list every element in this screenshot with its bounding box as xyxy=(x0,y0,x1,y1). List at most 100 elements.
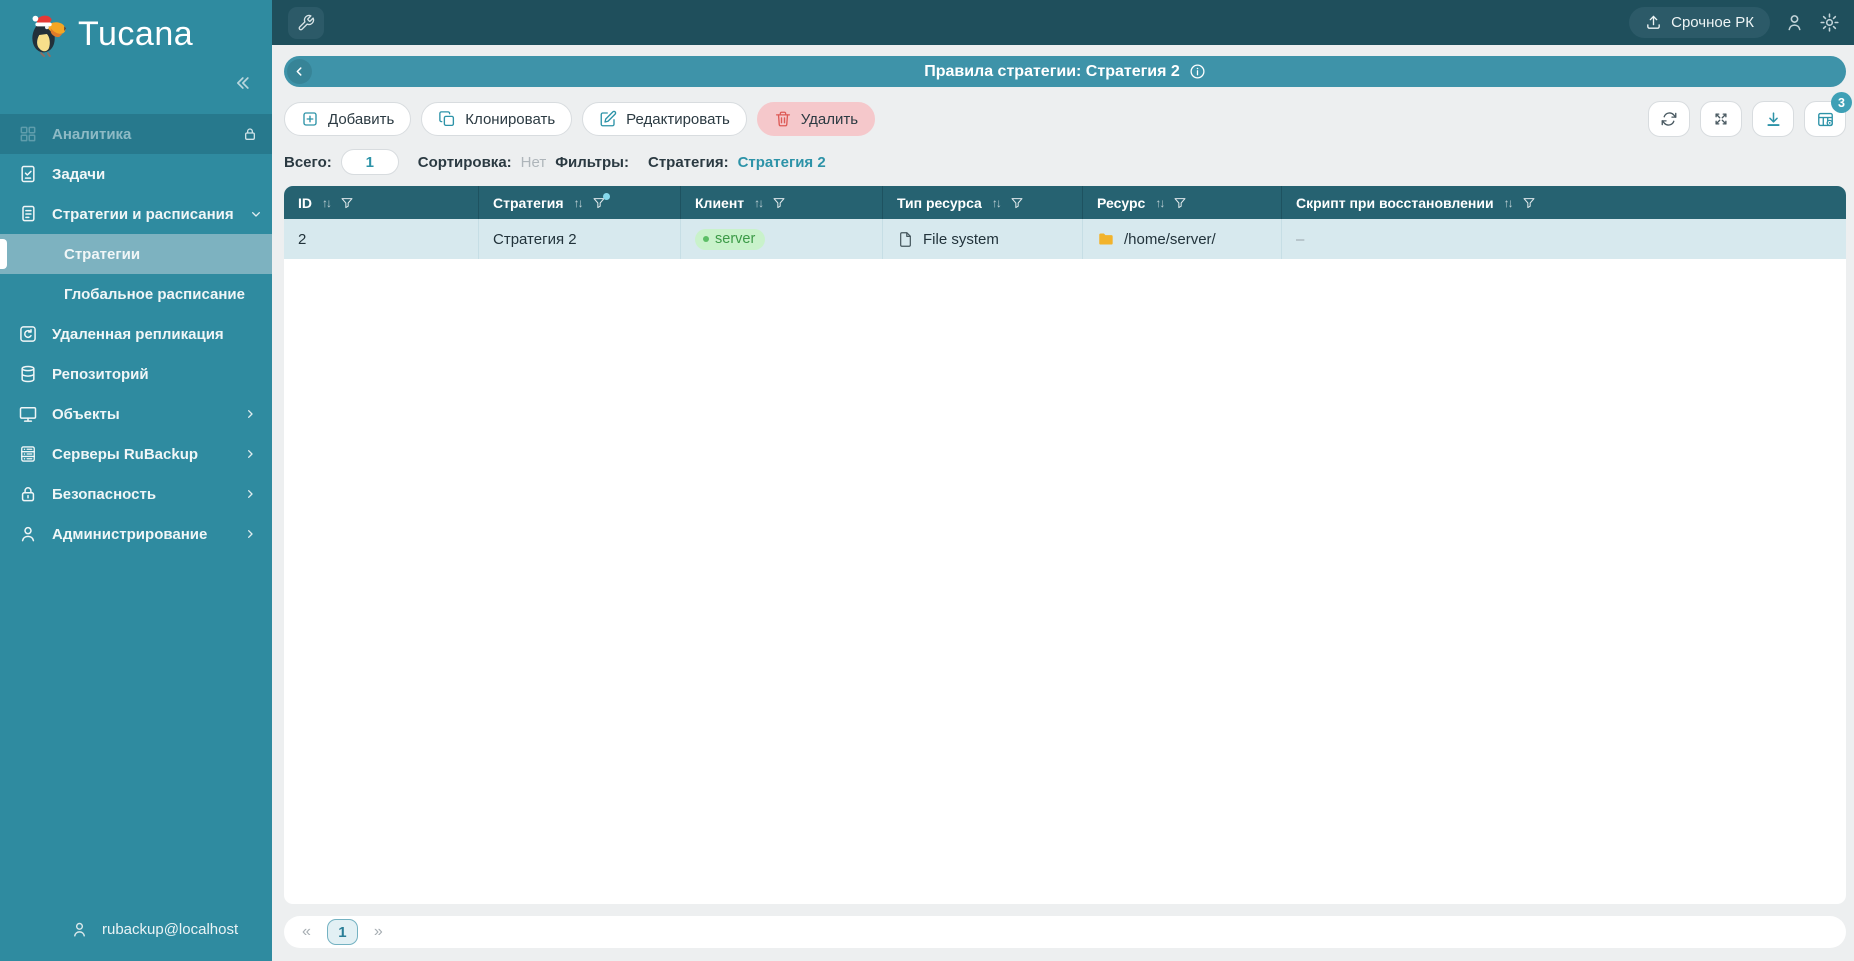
cell-strategy: Стратегия 2 xyxy=(479,219,681,259)
add-button[interactable]: Добавить xyxy=(284,102,412,136)
sidebar-item-label: Стратегии и расписания xyxy=(52,205,234,223)
filters-label: Фильтры: xyxy=(555,153,629,171)
sidebar-item-label: Объекты xyxy=(52,405,120,423)
info-icon[interactable] xyxy=(1189,63,1206,80)
sort-icon[interactable]: ↑↓ xyxy=(992,196,1002,210)
user-account[interactable]: rubackup@localhost xyxy=(0,920,272,961)
analytics-grid-icon xyxy=(18,124,38,144)
sidebar-item-remote-replication[interactable]: Удаленная репликация xyxy=(0,314,272,354)
app-root: Tucana Аналитика Задачи Стратегии и расп… xyxy=(0,0,1854,961)
sidebar-item-label: Серверы RuBackup xyxy=(52,445,199,463)
sidebar-item-repository[interactable]: Репозиторий xyxy=(0,354,272,394)
monitor-icon xyxy=(18,404,38,424)
lock-icon xyxy=(242,126,258,142)
sidebar-item-rubackup-servers[interactable]: Серверы RuBackup xyxy=(0,434,272,474)
sort-icon[interactable]: ↑↓ xyxy=(1155,196,1165,210)
tucana-logo-icon xyxy=(22,11,68,57)
sidebar-item-global-schedule[interactable]: Глобальное расписание xyxy=(0,274,272,314)
urgent-backup-label: Срочное РК xyxy=(1671,14,1754,31)
columns-settings-button[interactable]: 3 xyxy=(1804,92,1852,137)
sidebar-item-label: Задачи xyxy=(52,165,106,183)
delete-button[interactable]: Удалить xyxy=(756,102,876,136)
first-page-button[interactable]: « xyxy=(302,923,311,941)
sidebar-item-analytics[interactable]: Аналитика xyxy=(0,114,272,154)
filter-value-link[interactable]: Стратегия 2 xyxy=(738,154,826,171)
page-title: Правила стратегии: Стратегия 2 xyxy=(924,62,1180,80)
cell-client: server xyxy=(681,219,883,259)
user-icon xyxy=(70,920,89,939)
chevron-right-icon xyxy=(242,406,258,422)
gear-icon[interactable] xyxy=(1819,12,1840,33)
filter-icon[interactable] xyxy=(340,196,354,210)
filter-icon[interactable] xyxy=(1522,196,1536,210)
total-label: Всего: xyxy=(284,153,332,171)
expand-icon xyxy=(1712,110,1730,128)
download-icon xyxy=(1764,110,1783,129)
add-label: Добавить xyxy=(328,110,395,128)
column-header-resource-type[interactable]: Тип ресурса ↑↓ xyxy=(883,186,1083,219)
online-dot xyxy=(703,235,709,242)
sidebar-item-label: Стратегии xyxy=(64,245,141,263)
copy-icon xyxy=(438,110,456,128)
collapse-sidebar-icon[interactable] xyxy=(232,70,252,96)
sidebar-menu: Аналитика Задачи Стратегии и расписания … xyxy=(0,114,272,554)
column-header-restore-script[interactable]: Скрипт при восстановлении ↑↓ xyxy=(1282,186,1846,219)
edit-button[interactable]: Редактировать xyxy=(582,102,747,136)
filter-icon[interactable] xyxy=(772,196,786,210)
user-name: rubackup@localhost xyxy=(102,921,239,938)
sort-icon[interactable]: ↑↓ xyxy=(322,196,332,210)
sidebar: Tucana Аналитика Задачи Стратегии и расп… xyxy=(0,0,272,961)
column-label: Скрипт при восстановлении xyxy=(1296,194,1494,211)
chevron-right-icon xyxy=(242,446,258,462)
sort-icon[interactable]: ↑↓ xyxy=(574,196,584,210)
fullscreen-button[interactable] xyxy=(1700,101,1742,137)
chevron-down-icon xyxy=(248,206,264,222)
filter-icon[interactable] xyxy=(1173,196,1187,210)
chevron-right-icon xyxy=(242,526,258,542)
column-header-resource[interactable]: Ресурс ↑↓ xyxy=(1083,186,1282,219)
main-area: Срочное РК Правила стратегии: Стратегия … xyxy=(272,0,1854,961)
folder-icon xyxy=(1097,230,1115,248)
active-filter-dot xyxy=(602,192,610,200)
filter-field: Стратегия: xyxy=(647,153,729,171)
replication-icon xyxy=(18,324,38,344)
brand-name: Tucana xyxy=(78,14,194,53)
urgent-backup-button[interactable]: Срочное РК xyxy=(1629,7,1770,38)
last-page-button[interactable]: » xyxy=(374,923,383,941)
sidebar-item-label: Аналитика xyxy=(52,125,132,143)
sort-icon[interactable]: ↑↓ xyxy=(754,196,764,210)
cell-resource-type: File system xyxy=(883,219,1083,259)
sidebar-item-strategies-group[interactable]: Стратегии и расписания xyxy=(0,194,272,234)
clone-button[interactable]: Клонировать xyxy=(421,102,573,136)
brand[interactable]: Tucana xyxy=(0,0,272,62)
refresh-icon xyxy=(1660,110,1678,128)
column-header-strategy[interactable]: Стратегия ↑↓ xyxy=(479,186,681,219)
column-header-client[interactable]: Клиент ↑↓ xyxy=(681,186,883,219)
page-1-button[interactable]: 1 xyxy=(326,919,358,945)
sidebar-item-objects[interactable]: Объекты xyxy=(0,394,272,434)
sort-icon[interactable]: ↑↓ xyxy=(1504,196,1514,210)
column-header-id[interactable]: ID ↑↓ xyxy=(284,186,479,219)
column-label: Ресурс xyxy=(1097,194,1146,211)
plus-square-icon xyxy=(301,110,319,128)
sidebar-item-security[interactable]: Безопасность xyxy=(0,474,272,514)
sidebar-item-tasks[interactable]: Задачи xyxy=(0,154,272,194)
edit-label: Редактировать xyxy=(626,110,730,128)
export-button[interactable] xyxy=(1752,101,1794,137)
filter-icon[interactable] xyxy=(1010,196,1024,210)
back-button[interactable] xyxy=(287,59,312,84)
tools-button[interactable] xyxy=(288,6,324,39)
documents-icon xyxy=(18,204,38,224)
refresh-button[interactable] xyxy=(1648,101,1690,137)
delete-label: Удалить xyxy=(800,110,859,128)
sidebar-item-administration[interactable]: Администрирование xyxy=(0,514,272,554)
sort-value: Нет xyxy=(520,153,547,171)
filter-icon-active[interactable] xyxy=(592,192,610,210)
sidebar-item-strategies[interactable]: Стратегии xyxy=(0,234,272,274)
profile-icon[interactable] xyxy=(1784,12,1805,33)
total-count: 1 xyxy=(340,149,399,175)
wrench-icon xyxy=(297,14,315,32)
table-row[interactable]: 2 Стратегия 2 server File system /home/s… xyxy=(284,219,1846,259)
cell-id: 2 xyxy=(284,219,479,259)
column-label: Клиент xyxy=(695,194,745,211)
